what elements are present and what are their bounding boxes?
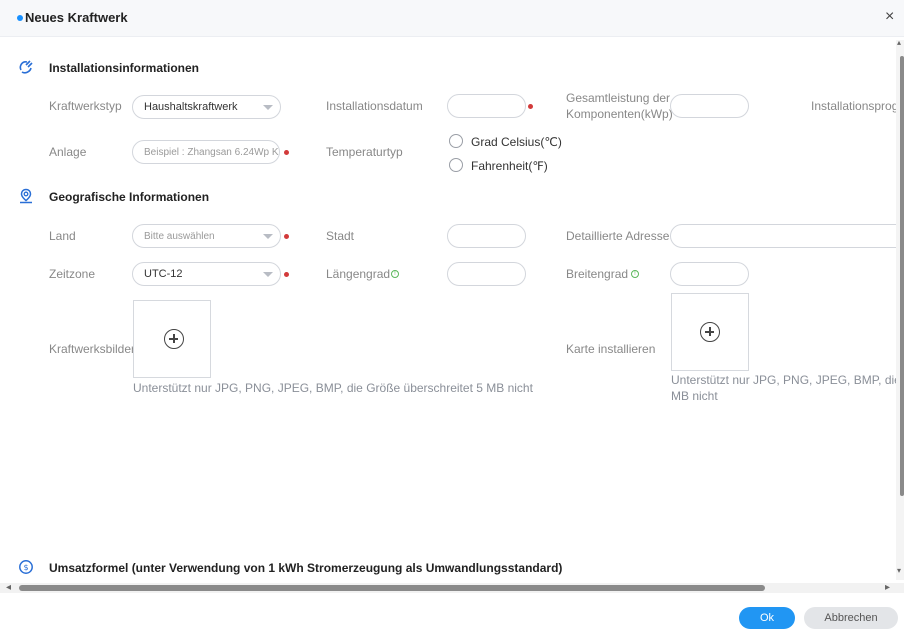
currency-icon: $ — [19, 560, 33, 574]
section-title-install: Installationsinformationen — [49, 61, 200, 75]
scroll-right-arrow-icon[interactable]: ▸ — [885, 582, 890, 593]
plant-type-value: Haushaltskraftwerk — [144, 101, 238, 113]
plant-images-label: Kraftwerksbilder — [49, 342, 136, 356]
total-power-label-line2: Komponenten(kWp) — [566, 107, 673, 121]
add-circle-icon — [700, 322, 720, 342]
ok-button[interactable]: Ok — [739, 607, 795, 629]
latitude-label: Breitengrad — [566, 267, 629, 281]
plant-label: Anlage — [49, 145, 87, 159]
chevron-down-icon — [263, 234, 273, 239]
horizontal-scroll-thumb[interactable] — [19, 585, 765, 591]
scroll-down-arrow-icon[interactable]: ▾ — [897, 566, 901, 575]
radio-celsius[interactable] — [449, 134, 463, 148]
install-date-label: Installationsdatum — [326, 99, 423, 113]
country-placeholder: Bitte auswählen — [144, 231, 215, 242]
section-title-revenue: Umsatzformel (unter Verwendung von 1 kWh… — [49, 561, 563, 575]
map-hint-line1: Unterstützt nur JPG, PNG, JPEG, BMP, die… — [671, 373, 904, 387]
city-label: Stadt — [326, 229, 355, 243]
install-icon — [19, 60, 33, 74]
info-icon[interactable]: ! — [391, 270, 399, 278]
temperature-type-label: Temperaturtyp — [326, 145, 403, 159]
close-icon[interactable]: × — [885, 8, 894, 26]
chevron-down-icon — [263, 105, 273, 110]
timezone-label: Zeitzone — [49, 267, 96, 281]
country-select[interactable]: Bitte auswählen — [132, 224, 281, 248]
plant-type-select[interactable]: Haushaltskraftwerk — [132, 95, 281, 119]
plant-images-upload[interactable] — [133, 300, 211, 378]
radio-fahrenheit[interactable] — [449, 158, 463, 172]
dialog-header: Neues Kraftwerk × — [0, 0, 904, 37]
map-label: Karte installieren — [566, 342, 656, 356]
required-marker — [284, 234, 289, 239]
plant-type-label: Kraftwerkstyp — [49, 99, 122, 113]
timezone-value: UTC-12 — [144, 268, 183, 280]
plant-input[interactable]: Beispiel : Zhangsan 6.24Wp K — [132, 140, 280, 164]
map-hint-line2: MB nicht — [671, 389, 718, 403]
longitude-field[interactable] — [447, 262, 526, 286]
install-progress-label: Installationsprog — [811, 99, 899, 113]
latitude-field[interactable] — [670, 262, 749, 286]
scroll-left-arrow-icon[interactable]: ◂ — [6, 582, 11, 593]
section-title-geo: Geografische Informationen — [49, 190, 210, 204]
total-power-label-line1: Gesamtleistung der — [566, 91, 671, 105]
country-label: Land — [49, 229, 76, 243]
longitude-label: Längengrad — [326, 267, 391, 281]
vertical-scroll-thumb[interactable] — [900, 56, 904, 496]
location-pin-icon — [20, 188, 32, 204]
required-marker — [284, 272, 289, 277]
address-label: Detaillierte Adresse — [566, 229, 670, 243]
required-marker — [284, 150, 289, 155]
install-date-field[interactable] — [447, 94, 526, 118]
radio-celsius-label: Grad Celsius(℃) — [471, 135, 562, 149]
title-dot-icon — [17, 15, 23, 21]
address-field[interactable] — [670, 224, 904, 248]
cancel-button[interactable]: Abbrechen — [804, 607, 898, 629]
required-marker — [528, 104, 533, 109]
chevron-down-icon — [263, 272, 273, 277]
map-upload[interactable] — [671, 293, 749, 371]
total-power-field[interactable] — [670, 94, 749, 118]
svg-text:$: $ — [23, 563, 28, 572]
radio-fahrenheit-label: Fahrenheit(℉) — [471, 159, 548, 173]
city-field[interactable] — [447, 224, 526, 248]
plant-images-hint: Unterstützt nur JPG, PNG, JPEG, BMP, die… — [133, 381, 533, 395]
info-icon[interactable]: ! — [631, 270, 639, 278]
add-circle-icon — [164, 329, 184, 349]
timezone-select[interactable]: UTC-12 — [132, 262, 281, 286]
scroll-up-arrow-icon[interactable]: ▴ — [897, 38, 901, 47]
dialog-title: Neues Kraftwerk — [25, 10, 128, 25]
